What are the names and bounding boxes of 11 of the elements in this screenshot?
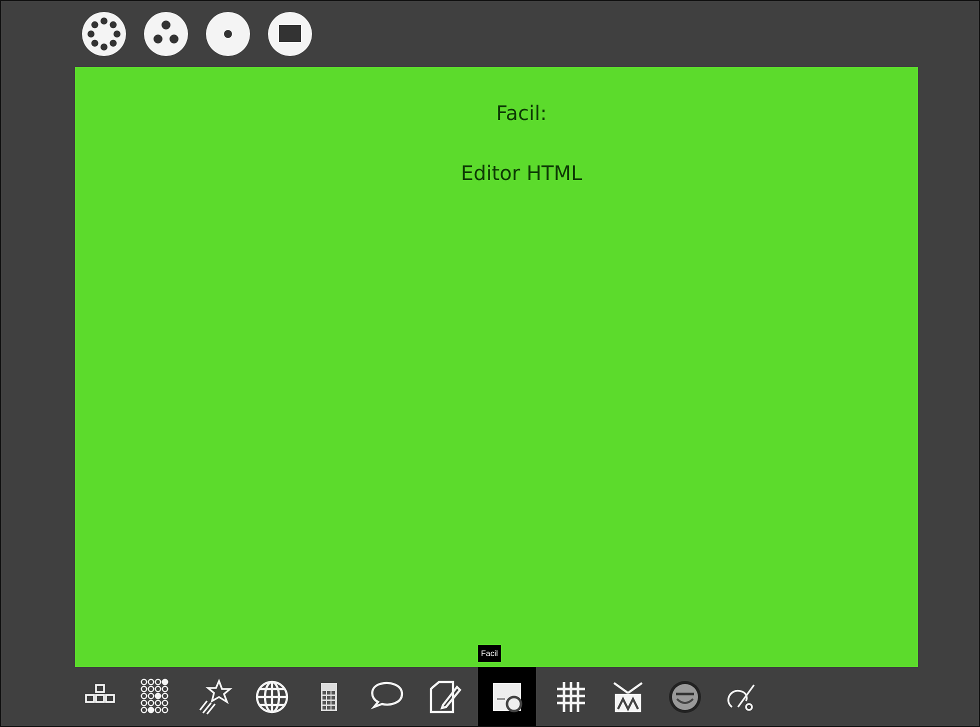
activity-title: Facil: [496, 101, 547, 125]
window-icon [267, 11, 313, 57]
zoom-button[interactable] [143, 11, 189, 57]
zoom-button[interactable] [205, 11, 251, 57]
zoom-button[interactable] [81, 11, 127, 57]
tooltip: Facil [478, 645, 501, 662]
neighborhood-icon [81, 11, 127, 57]
home-icon [205, 11, 251, 57]
group-icon [143, 11, 189, 57]
zoom-button[interactable] [267, 11, 313, 57]
activity-description: Editor HTML [460, 161, 582, 185]
